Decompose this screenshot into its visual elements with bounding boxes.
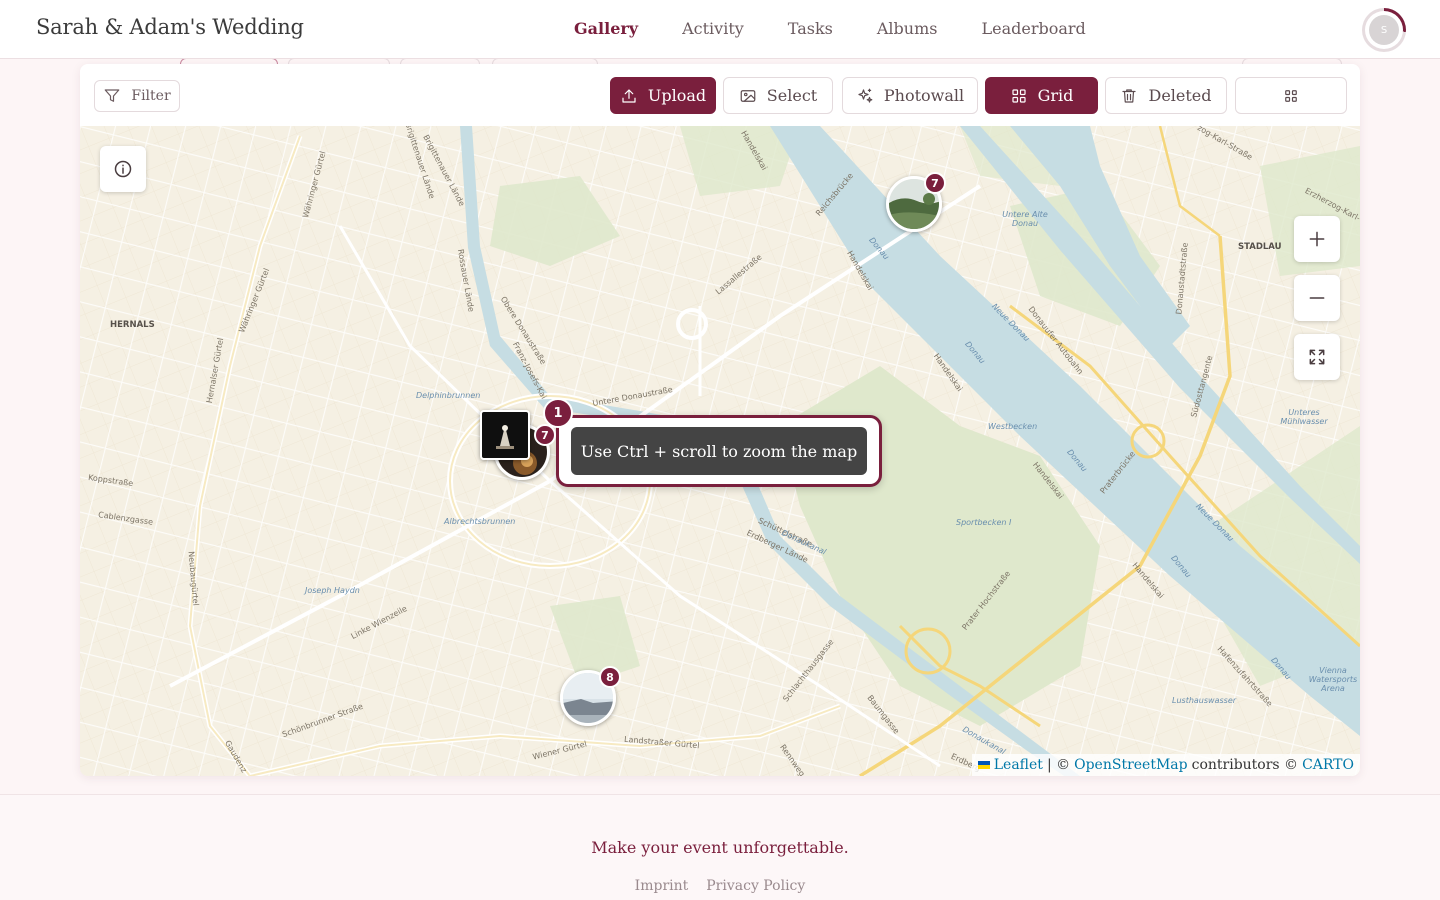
plus-icon	[1309, 231, 1325, 247]
photo-map[interactable]: HERNALS STADLAU Delphinbrunnen Albrechts…	[80, 126, 1360, 776]
filter-icon	[105, 89, 120, 102]
upload-label: Upload	[647, 86, 707, 105]
upload-button[interactable]: Upload	[610, 77, 716, 114]
top-header: Sarah & Adam's Wedding Gallery Activity …	[0, 0, 1440, 59]
info-icon	[114, 160, 132, 178]
grid-icon	[1011, 88, 1026, 103]
map-label: Unteres Mühlwasser	[1280, 408, 1328, 426]
minus-icon	[1309, 297, 1325, 299]
osm-link[interactable]: OpenStreetMap	[1074, 757, 1188, 773]
privacy-policy-link[interactable]: Privacy Policy	[706, 878, 805, 894]
photo-marker[interactable]	[480, 410, 530, 460]
expand-icon	[1309, 349, 1325, 365]
trash-icon	[1122, 88, 1137, 103]
map-label: Westbecken	[988, 422, 1038, 431]
imprint-link[interactable]: Imprint	[635, 878, 689, 894]
map-label: Vienna Watersports Arena	[1308, 666, 1358, 693]
attribution-separator: | ©	[1046, 757, 1071, 773]
nav-activity[interactable]: Activity	[682, 19, 744, 38]
leaflet-link[interactable]: Leaflet	[994, 757, 1043, 773]
nav-leaderboard[interactable]: Leaderboard	[981, 19, 1085, 38]
avatar-initial: S	[1369, 15, 1399, 45]
gallery-card: Filter Upload Select Photowall Grid Dele…	[80, 64, 1360, 776]
avatar: S	[1365, 11, 1403, 49]
fullscreen-button[interactable]	[1294, 334, 1340, 380]
user-avatar[interactable]: S	[1362, 8, 1406, 52]
filter-label: Filter	[131, 88, 171, 104]
photowall-button[interactable]: Photowall	[842, 77, 978, 114]
brand-title[interactable]: Sarah & Adam's Wedding	[36, 15, 304, 39]
zoom-in-button[interactable]	[1294, 216, 1340, 262]
filter-button[interactable]: Filter	[94, 80, 180, 112]
grid-icon	[1285, 89, 1297, 102]
upload-icon	[622, 88, 636, 103]
sparkles-icon	[858, 88, 873, 103]
grid-button[interactable]: Grid	[985, 77, 1098, 114]
footer-links: Imprint Privacy Policy	[0, 878, 1440, 894]
map-label: Joseph Haydn	[305, 586, 360, 595]
map-label: HERNALS	[110, 320, 155, 330]
deleted-label: Deleted	[1148, 86, 1212, 105]
map-attribution: Leaflet | © OpenStreetMap contributors ©…	[971, 754, 1360, 776]
photowall-label: Photowall	[883, 86, 965, 105]
main-nav: Gallery Activity Tasks Albums Leaderboar…	[574, 19, 1086, 38]
ukraine-flag-icon	[977, 761, 990, 769]
grid-label: Grid	[1037, 86, 1074, 105]
deleted-button[interactable]: Deleted	[1105, 77, 1227, 114]
nav-gallery[interactable]: Gallery	[574, 19, 638, 38]
photo-thumbnail	[482, 412, 528, 458]
carto-link[interactable]: CARTO	[1302, 757, 1354, 773]
image-icon	[740, 89, 756, 102]
map-label: Untere Alte Donau	[1002, 210, 1048, 228]
scroll-zoom-hint: Use Ctrl + scroll to zoom the map	[556, 415, 882, 487]
nav-tasks[interactable]: Tasks	[788, 19, 833, 38]
gallery-toolbar: Filter Upload Select Photowall Grid Dele…	[80, 64, 1360, 126]
page-footer: Make your event unforgettable. Imprint P…	[0, 794, 1440, 900]
map-label: Delphinbrunnen	[416, 391, 481, 400]
nav-albums[interactable]: Albums	[877, 19, 938, 38]
select-label: Select	[766, 86, 818, 105]
scroll-zoom-hint-text: Use Ctrl + scroll to zoom the map	[571, 427, 867, 475]
map-label: Albrechtsbrunnen	[444, 517, 516, 526]
map-info-button[interactable]	[100, 146, 146, 192]
map-label: Sportbecken I	[956, 518, 1012, 527]
map-label: Lusthauswasser	[1172, 696, 1237, 705]
zoom-out-button[interactable]	[1294, 275, 1340, 321]
map-label: STADLAU	[1238, 242, 1282, 252]
footer-tagline: Make your event unforgettable.	[591, 838, 849, 857]
cluster-count-badge[interactable]: 1	[543, 398, 573, 428]
cluster-count-badge[interactable]: 7	[924, 172, 946, 194]
attribution-contributors: contributors ©	[1191, 757, 1299, 773]
layout-toggle-button[interactable]	[1235, 77, 1347, 114]
select-button[interactable]: Select	[723, 77, 833, 114]
cluster-count-badge[interactable]: 8	[599, 666, 621, 688]
